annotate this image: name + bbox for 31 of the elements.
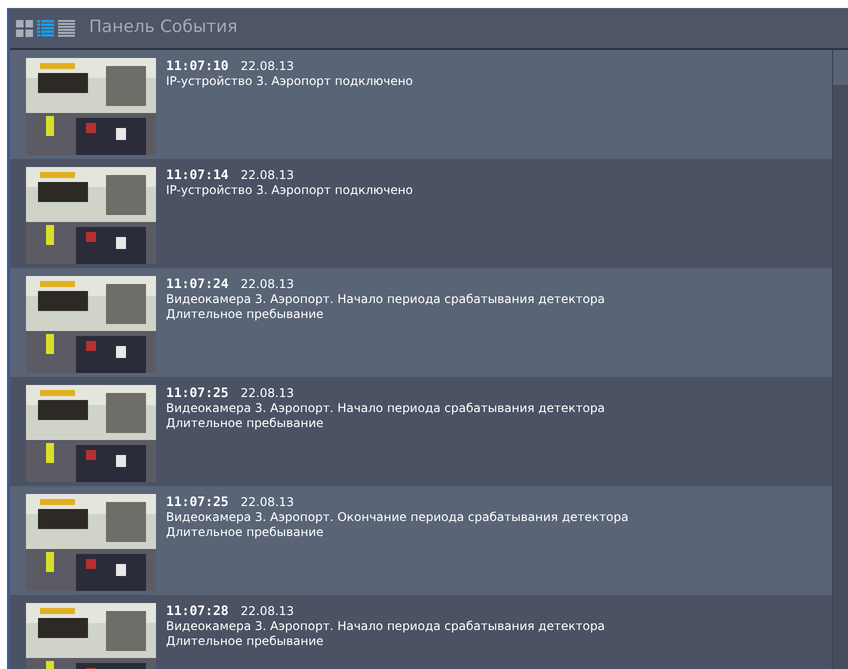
event-time: 11:07:14: [166, 168, 229, 183]
event-date: 22.08.13: [240, 495, 294, 510]
tiles-view-icon[interactable]: [16, 20, 33, 36]
event-row[interactable]: 11:07:24 22.08.13 Видеокамера 3. Аэропорт. Начало периода срабатывания детектора Длительное пребывание: [10, 268, 832, 377]
event-time: 11:07:28: [166, 604, 229, 619]
detailed-list-icon[interactable]: [37, 20, 54, 36]
panel-title: Панель События: [89, 16, 238, 40]
event-description: Длительное пребывание: [166, 634, 325, 649]
event-description: Длительное пребывание: [166, 416, 325, 431]
event-row[interactable]: 11:07:25 22.08.13 Видеокамера 3. Аэропорт. Окончание периода срабатывания детектора Длительное пребывание: [10, 486, 832, 595]
scrollbar-thumb[interactable]: [833, 50, 848, 85]
list-view-icon[interactable]: [58, 20, 75, 36]
event-date: 22.08.13: [240, 604, 294, 619]
event-description: IP-устройство 3. Аэропорт подключено: [166, 183, 413, 198]
event-description: Видеокамера 3. Аэропорт. Начало периода срабатывания детектора: [166, 619, 605, 634]
event-time: 11:07:25: [166, 495, 229, 510]
event-description: IP-устройство 3. Аэропорт подключено: [166, 74, 413, 89]
event-description: Видеокамера 3. Аэропорт. Начало периода срабатывания детектора: [166, 292, 605, 307]
event-description: Длительное пребывание: [166, 525, 325, 540]
event-time: 11:07:25: [166, 386, 229, 401]
event-row[interactable]: 11:07:10 22.08.13 IP-устройство 3. Аэропорт подключено: [10, 50, 832, 159]
event-description: Видеокамера 3. Аэропорт. Начало периода срабатывания детектора: [166, 401, 605, 416]
event-date: 22.08.13: [240, 386, 294, 401]
event-description: Длительное пребывание: [166, 307, 325, 322]
event-date: 22.08.13: [240, 59, 294, 74]
event-description: Видеокамера 3. Аэропорт. Окончание периода срабатывания детектора: [166, 510, 628, 525]
event-date: 22.08.13: [240, 168, 294, 183]
event-time: 11:07:10: [166, 59, 229, 74]
scrollbar[interactable]: [832, 50, 848, 669]
event-time: 11:07:24: [166, 277, 229, 292]
event-date: 22.08.13: [240, 277, 294, 292]
